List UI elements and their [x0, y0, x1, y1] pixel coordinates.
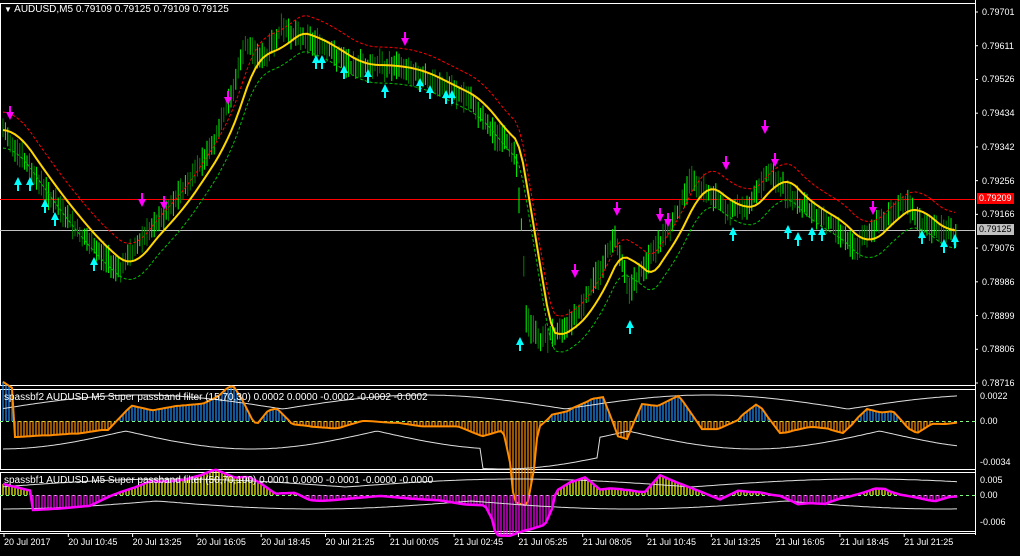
sell-signal-arrow-icon[interactable] — [6, 106, 14, 120]
price-label: 0.79076 — [982, 243, 1015, 254]
symbol-quote: AUDUSD,M5 0.79109 0.79125 0.79109 0.7912… — [14, 4, 229, 15]
price-label: 0.79611 — [982, 40, 1014, 51]
indicator1-zero-label: 0.00 — [980, 416, 998, 426]
buy-signal-arrow-icon[interactable] — [794, 232, 802, 246]
indicator1-lower-envelope — [2, 430, 958, 470]
sell-signal-arrow-icon[interactable] — [869, 201, 877, 215]
buy-signal-arrow-icon[interactable] — [41, 199, 49, 213]
price-label: 0.79701 — [982, 7, 1015, 17]
time-label: 21 Jul 02:45 — [454, 537, 504, 547]
current-price-badge: 0.79125 — [977, 224, 1014, 235]
indicator2-min-label: -0.006 — [980, 517, 1006, 527]
time-label: 20 Jul 18:45 — [261, 537, 311, 547]
trading-chart-window[interactable]: ▼ AUDUSD,M5 0.79109 0.79125 0.79109 0.79… — [0, 0, 1020, 551]
price-label: 0.79526 — [982, 74, 1015, 85]
buy-signal-arrow-icon[interactable] — [729, 227, 737, 241]
time-label: 20 Jul 16:05 — [196, 537, 246, 547]
time-label: 21 Jul 16:05 — [775, 537, 825, 547]
sell-signal-arrow-icon[interactable] — [613, 202, 621, 216]
buy-signal-arrow-icon[interactable] — [784, 225, 792, 239]
indicator2-title: spassbf1 AUDUSD M5 Super passband filter… — [4, 475, 434, 486]
indicator2-zero-label: 0.00 — [980, 490, 998, 500]
sell-signal-arrow-icon[interactable] — [160, 196, 168, 210]
buy-signal-arrow-icon[interactable] — [818, 227, 826, 241]
buy-signal-arrow-icon[interactable] — [626, 320, 634, 334]
indicator2-max-label: 0.005 — [980, 475, 1003, 485]
red-line-price-badge: 0.79209 — [977, 193, 1014, 204]
dropdown-arrow-icon[interactable]: ▼ — [4, 5, 12, 14]
upper-band-line — [2, 15, 956, 317]
indicator1-max-label: 0.0022 — [980, 391, 1008, 401]
sell-signal-arrow-icon[interactable] — [722, 156, 730, 170]
buy-signal-arrow-icon[interactable] — [26, 177, 34, 191]
time-label: 20 Jul 2017 — [4, 537, 51, 547]
main-chart-title: ▼ AUDUSD,M5 0.79109 0.79125 0.79109 0.79… — [4, 4, 229, 16]
time-label: 21 Jul 21:25 — [904, 537, 954, 547]
sell-signal-arrow-icon[interactable] — [138, 193, 146, 207]
time-label: 21 Jul 13:25 — [711, 537, 761, 547]
sell-signal-arrow-icon[interactable] — [656, 208, 664, 222]
buy-signal-arrow-icon[interactable] — [318, 55, 326, 69]
time-label: 21 Jul 05:25 — [518, 537, 568, 547]
price-label: 0.78899 — [982, 310, 1015, 321]
time-label: 21 Jul 10:45 — [647, 537, 697, 547]
indicator1-min-label: -0.0034 — [980, 457, 1011, 467]
price-label: 0.78716 — [982, 378, 1015, 388]
indicator1-title: spassbf2 AUDUSD M5 Super passband filter… — [4, 392, 428, 403]
sell-signal-arrow-icon[interactable] — [771, 153, 779, 167]
buy-signal-arrow-icon[interactable] — [381, 84, 389, 98]
time-label: 20 Jul 21:25 — [325, 537, 375, 547]
sell-signal-arrow-icon[interactable] — [401, 32, 409, 46]
time-label: 21 Jul 08:05 — [582, 537, 632, 547]
price-label: 0.79434 — [982, 108, 1015, 119]
price-label: 0.78986 — [982, 276, 1015, 287]
buy-signal-arrow-icon[interactable] — [808, 227, 816, 241]
buy-signal-arrow-icon[interactable] — [516, 337, 524, 351]
sell-signal-arrow-icon[interactable] — [761, 120, 769, 134]
panel-frame-1 — [0, 3, 976, 386]
price-label: 0.79342 — [982, 141, 1015, 152]
price-label: 0.78806 — [982, 344, 1015, 355]
time-label: 20 Jul 13:25 — [132, 537, 182, 547]
price-label: 0.79256 — [982, 175, 1015, 186]
chart-canvas[interactable] — [0, 0, 1020, 551]
time-label: 21 Jul 00:05 — [389, 537, 439, 547]
time-label: 21 Jul 18:45 — [839, 537, 889, 547]
time-label: 20 Jul 10:45 — [68, 537, 118, 547]
buy-signal-arrow-icon[interactable] — [14, 177, 22, 191]
price-label: 0.79166 — [982, 209, 1015, 220]
sell-signal-arrow-icon[interactable] — [571, 264, 579, 278]
buy-signal-arrow-icon[interactable] — [951, 234, 959, 248]
